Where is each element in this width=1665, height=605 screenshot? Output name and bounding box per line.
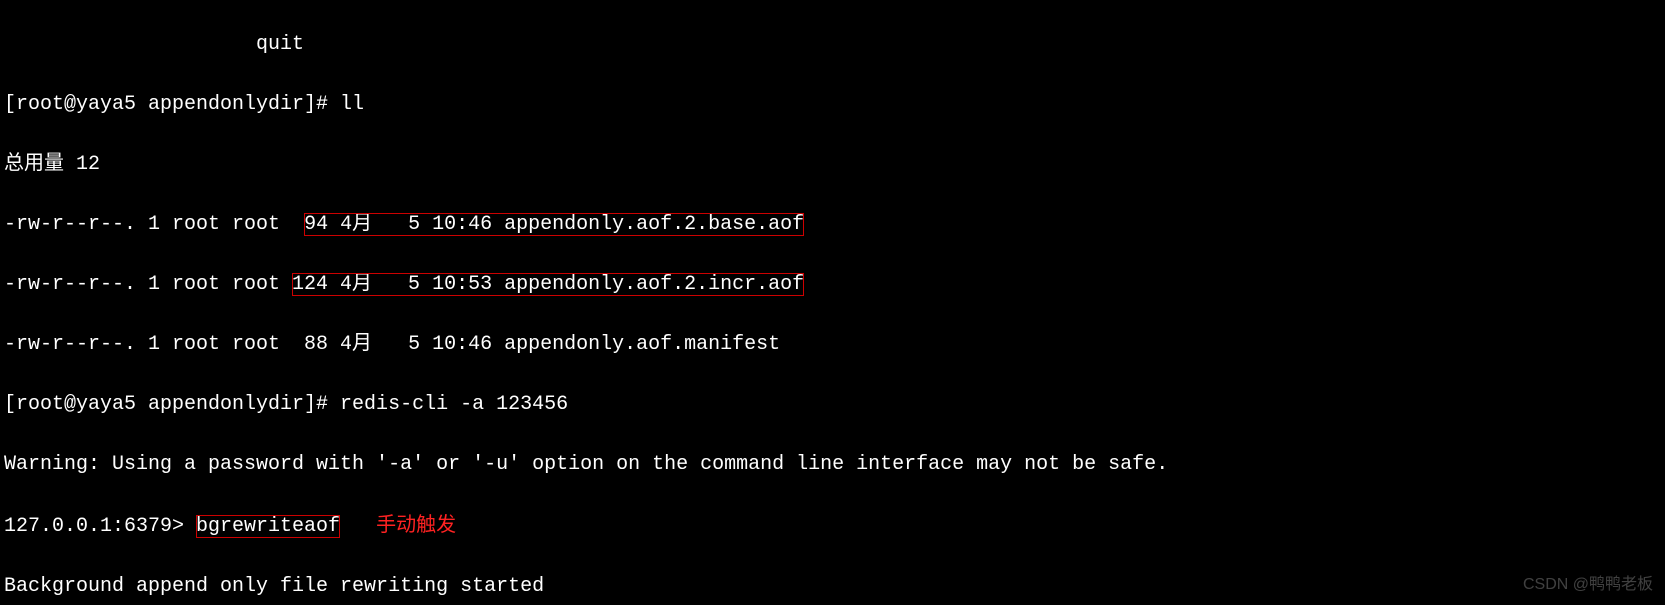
highlight-box: 94 4月 5 10:46 appendonly.aof.2.base.aof	[304, 213, 804, 236]
highlight-box-command: bgrewriteaof	[196, 515, 340, 538]
terminal-line: -rw-r--r--. 1 root root 88 4月 5 10:46 ap…	[4, 330, 1661, 360]
terminal-line-prompt: [root@yaya5 appendonlydir]# ll	[4, 90, 1661, 120]
terminal-line: 总用量 12	[4, 150, 1661, 180]
file-row-prefix: -rw-r--r--. 1 root root	[4, 213, 304, 236]
terminal-line: Background append only file rewriting st…	[4, 572, 1661, 602]
annotation-label: 手动触发	[376, 514, 456, 536]
highlight-box: 124 4月 5 10:53 appendonly.aof.2.incr.aof	[292, 273, 804, 296]
terminal-output[interactable]: quit [root@yaya5 appendonlydir]# ll 总用量 …	[0, 0, 1665, 605]
terminal-line: -rw-r--r--. 1 root root 94 4月 5 10:46 ap…	[4, 210, 1661, 240]
terminal-line-prompt: [root@yaya5 appendonlydir]# redis-cli -a…	[4, 390, 1661, 420]
file-row-prefix: -rw-r--r--. 1 root root	[4, 273, 292, 296]
spacer	[340, 515, 376, 538]
terminal-line: -rw-r--r--. 1 root root 124 4月 5 10:53 a…	[4, 270, 1661, 300]
terminal-line: 127.0.0.1:6379> bgrewriteaof 手动触发	[4, 510, 1661, 542]
terminal-line-warning: Warning: Using a password with '-a' or '…	[4, 450, 1661, 480]
redis-prompt: 127.0.0.1:6379>	[4, 515, 196, 538]
terminal-line: quit	[4, 30, 1661, 60]
